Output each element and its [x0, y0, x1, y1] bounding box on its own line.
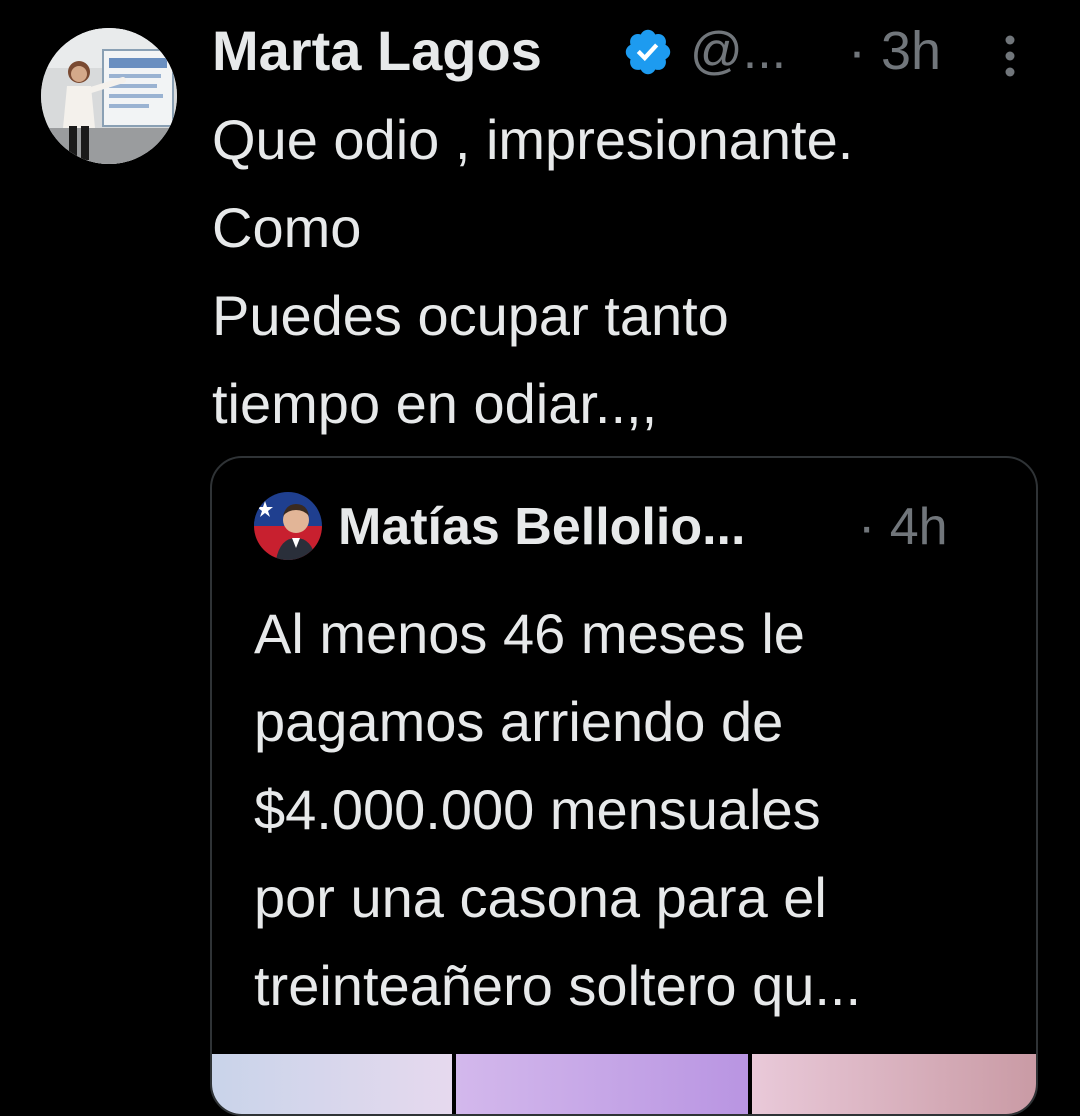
tweet-header: Marta Lagos @... · 3h: [212, 16, 1042, 86]
quoted-text-line: treinteañero soltero qu...: [254, 954, 862, 1017]
verified-badge-icon: [622, 26, 674, 78]
quoted-text-line: Al menos 46 meses le: [254, 602, 805, 665]
tweet-text: Que odio , impresionante. Como Puedes oc…: [212, 96, 1032, 448]
tweet-timestamp[interactable]: · 3h: [848, 16, 941, 86]
quoted-media-preview[interactable]: [212, 1054, 1036, 1114]
author-name[interactable]: Marta Lagos: [212, 16, 542, 86]
tweet-text-line: Puedes ocupar tanto: [212, 284, 729, 347]
media-thumbnail[interactable]: [456, 1054, 748, 1114]
quoted-author-avatar[interactable]: [254, 492, 322, 560]
quoted-tweet-timestamp[interactable]: · 4h: [858, 494, 948, 560]
quoted-text-line: por una casona para el: [254, 866, 827, 929]
more-options-icon[interactable]: [1002, 34, 1018, 78]
tweet-text-line: Como: [212, 196, 362, 259]
quoted-tweet-card[interactable]: Matías Bellolio... · 4h Al menos 46 mese…: [210, 456, 1038, 1116]
media-thumbnail[interactable]: [752, 1054, 1036, 1114]
author-handle[interactable]: @...: [690, 16, 786, 86]
author-avatar[interactable]: [41, 28, 177, 164]
tweet-text-line: Que odio , impresionante.: [212, 108, 854, 171]
quoted-text-line: pagamos arriendo de: [254, 690, 784, 753]
quoted-author-name[interactable]: Matías Bellolio...: [338, 494, 745, 560]
quoted-text-line: $4.000.000 mensuales: [254, 778, 821, 841]
media-thumbnail[interactable]: [212, 1054, 452, 1114]
tweet-text-line: tiempo en odiar..,,: [212, 372, 658, 435]
quoted-tweet-text: Al menos 46 meses le pagamos arriendo de…: [254, 590, 1024, 1030]
